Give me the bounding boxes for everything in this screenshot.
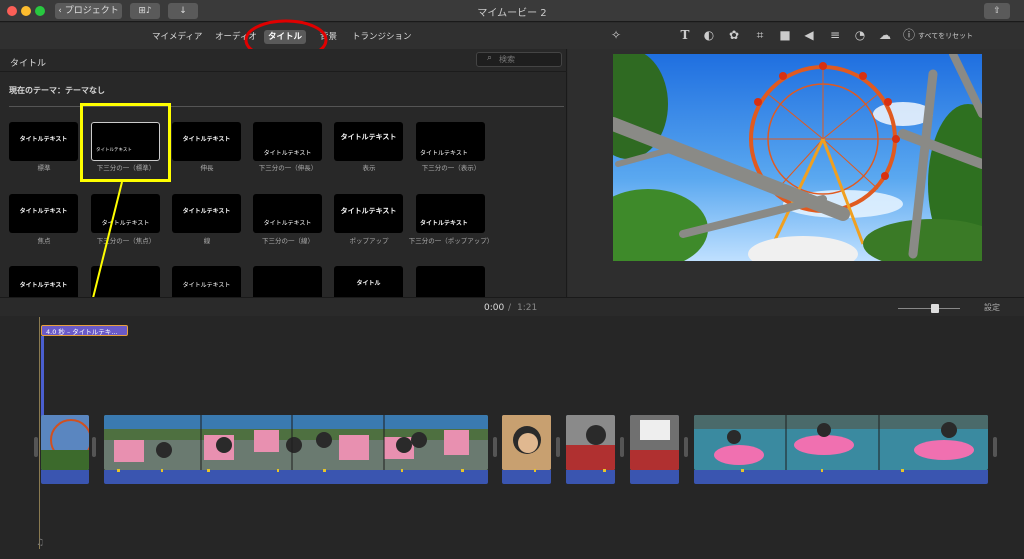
stabilize-camera-icon[interactable]: ■ — [777, 27, 793, 43]
playback-bar: 0:00 / 1:21 設定 — [0, 297, 1024, 317]
transition-marker[interactable] — [556, 437, 560, 457]
title-thumb[interactable]: タイトルテキスト — [9, 266, 78, 297]
title-clip-extent — [41, 336, 44, 416]
title-caption: 焦点 — [37, 237, 51, 245]
title-thumb-reveal[interactable]: タイトルテキスト — [334, 122, 403, 161]
transition-marker[interactable] — [620, 437, 624, 457]
share-button[interactable]: ⇧ — [984, 3, 1010, 19]
crop-icon[interactable]: ⌗ — [752, 27, 768, 43]
zoom-slider[interactable] — [898, 308, 960, 309]
transition-marker[interactable] — [92, 437, 96, 457]
settings-button[interactable]: 設定 — [984, 302, 1000, 313]
clip-thumbnail — [41, 415, 89, 470]
speed-gauge-icon[interactable]: ◔ — [852, 27, 868, 43]
audio-peak-markers — [117, 469, 904, 472]
title-thumb-standard[interactable]: タイトルテキスト — [9, 122, 78, 161]
title-thumb[interactable] — [416, 266, 485, 297]
divider — [0, 71, 567, 72]
title-caption: 下三分の一（表示） — [421, 164, 481, 172]
title-caption: 下三分の一（線） — [262, 237, 314, 245]
thumb-title-text: タイトルテキスト — [19, 208, 68, 215]
thumb-title-text: タイトルテキスト — [420, 150, 468, 157]
title-caption: ポップアップ — [349, 237, 389, 245]
browser-header: タイトル — [10, 59, 47, 69]
thumb-title-text: タイトルテキスト — [263, 220, 312, 227]
title-thumb-lower-third-stretch[interactable]: タイトルテキスト — [253, 122, 322, 161]
thumb-title-text: タイトルテキスト — [420, 220, 468, 227]
magic-wand-icon[interactable]: ✧ — [608, 27, 624, 43]
annotation-yellow-box — [80, 103, 171, 182]
filter-icon[interactable]: ☁ — [877, 27, 893, 43]
transition-marker[interactable] — [34, 437, 38, 457]
search-icon: ⌕ — [487, 53, 493, 63]
transition-marker[interactable] — [684, 437, 688, 457]
browser-toolbar: マイメディア オーディオ タイトル 背景 トランジション ✧ T ◐ ✿ ⌗ ■… — [0, 23, 1024, 49]
thumb-title-text: タイトルテキスト — [340, 207, 397, 215]
title-caption: 表示 — [362, 164, 376, 172]
clip-thumbnail — [630, 415, 679, 470]
thumb-title-text: タイトル — [356, 280, 381, 287]
title-clip-label: 4.0 秒 – タイトルテキ… — [46, 328, 118, 336]
title-caption: 伸長 — [200, 164, 214, 172]
playhead[interactable] — [39, 317, 40, 549]
video-clip[interactable] — [502, 415, 551, 470]
transition-marker[interactable] — [993, 437, 997, 457]
equalizer-icon[interactable]: ≡ — [827, 27, 843, 43]
thumb-title-text: タイトルテキスト — [182, 208, 231, 215]
clip-thumbnail — [566, 415, 615, 470]
transition-marker[interactable] — [493, 437, 497, 457]
clip-thumbnail — [104, 415, 488, 470]
current-theme-label: 現在のテーマ：テーマなし — [9, 86, 105, 95]
reset-all-button[interactable]: すべてをリセット — [918, 31, 973, 41]
title-thumb-lower-third-reveal[interactable]: タイトルテキスト — [416, 122, 485, 161]
music-note-icon: ♫ — [36, 538, 45, 548]
video-clip[interactable] — [41, 415, 89, 470]
info-icon[interactable]: ⓘ — [901, 27, 917, 43]
thumb-title-text: タイトルテキスト — [19, 136, 68, 143]
zoom-slider-knob[interactable] — [931, 304, 940, 313]
video-preview — [613, 54, 982, 261]
total-time: 1:21 — [517, 303, 538, 313]
title-caption: 標準 — [37, 164, 51, 172]
share-icon: ⇧ — [993, 6, 1001, 16]
thumb-title-text: タイトルテキスト — [263, 150, 312, 157]
title-thumb[interactable]: タイトル — [334, 266, 403, 297]
title-caption: 下三分の一（ポップアップ） — [408, 237, 494, 245]
title-thumb-lower-third-line[interactable]: タイトルテキスト — [253, 194, 322, 233]
search-input[interactable]: 検索 ⌕ — [476, 52, 562, 67]
title-thumb-lower-third-popup[interactable]: タイトルテキスト — [416, 194, 485, 233]
video-clip[interactable] — [104, 415, 488, 470]
color-balance-icon[interactable]: ◐ — [701, 27, 717, 43]
current-time: 0:00 — [484, 303, 505, 313]
video-clip[interactable] — [630, 415, 679, 470]
title-caption: 線 — [203, 237, 211, 245]
title-thumb-focus[interactable]: タイトルテキスト — [9, 194, 78, 233]
window-titlebar: ‹ プロジェクト ⊞♪ ↓ マイムービー 2 ⇧ — [0, 0, 1024, 22]
window-title: マイムービー 2 — [477, 8, 547, 19]
title-thumb[interactable] — [253, 266, 322, 297]
title-clip[interactable]: 4.0 秒 – タイトルテキ… — [41, 325, 128, 336]
thumb-title-text: タイトルテキスト — [182, 136, 231, 143]
tab-my-media[interactable]: マイメディア — [148, 30, 206, 44]
thumb-title-text: タイトルテキスト — [19, 282, 68, 289]
volume-icon[interactable]: ◀ — [801, 27, 817, 43]
video-clip[interactable] — [694, 415, 988, 470]
color-palette-icon[interactable]: ✿ — [726, 27, 742, 43]
text-tool-icon[interactable]: T — [677, 27, 693, 43]
thumb-title-text: タイトルテキスト — [340, 133, 397, 141]
viewer-panel — [568, 49, 1024, 297]
title-thumb-popup[interactable]: タイトルテキスト — [334, 194, 403, 233]
clip-thumbnail — [502, 415, 551, 470]
time-separator: / — [508, 303, 512, 313]
thumb-title-text: タイトルテキスト — [182, 282, 231, 289]
video-clip[interactable] — [566, 415, 615, 470]
search-placeholder: 検索 — [499, 55, 515, 64]
title-caption: 下三分の一（伸長） — [258, 164, 318, 172]
title-thumb[interactable]: タイトルテキスト — [172, 266, 241, 297]
clip-thumbnail — [694, 415, 988, 470]
title-thumb-line[interactable]: タイトルテキスト — [172, 194, 241, 233]
title-thumb-stretch[interactable]: タイトルテキスト — [172, 122, 241, 161]
tab-transitions[interactable]: トランジション — [348, 30, 416, 44]
